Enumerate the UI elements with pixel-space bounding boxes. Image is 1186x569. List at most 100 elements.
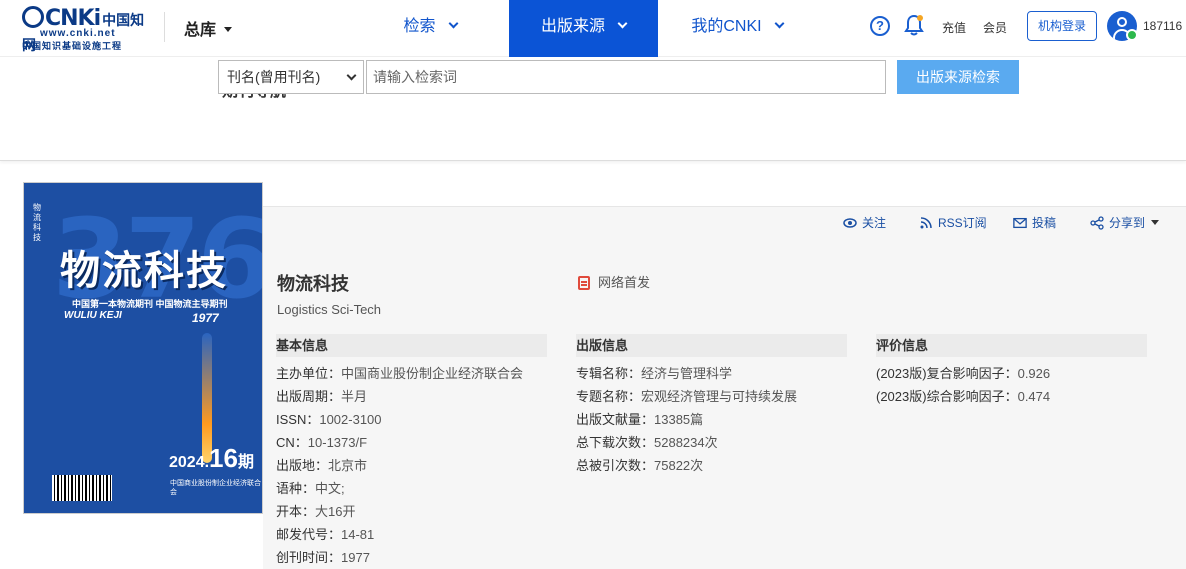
evaluation-info-heading: 评价信息 <box>876 334 1147 357</box>
eye-icon <box>843 218 857 228</box>
rss-subscribe-button[interactable]: RSS订阅 <box>919 214 987 231</box>
field-label: 总被引次数： <box>576 458 655 473</box>
search-input[interactable]: 请输入检索词 <box>366 60 886 94</box>
basic-info-item: 出版周期：半月 <box>276 385 523 408</box>
field-label: ISSN： <box>276 412 320 427</box>
publication-info-item: 总下载次数：5288234次 <box>576 431 797 454</box>
basic-info-item: 邮发代号：14-81 <box>276 523 523 546</box>
evaluation-info-list: (2023版)复合影响因子：0.926 (2023版)综合影响因子：0.474 <box>876 362 1050 408</box>
caret-down-icon <box>1151 220 1160 225</box>
help-icon[interactable]: ? <box>870 16 890 36</box>
field-value: 北京市 <box>328 458 368 473</box>
field-value: 1002-3100 <box>319 412 382 427</box>
library-dropdown[interactable]: 总库 <box>184 16 233 40</box>
cover-publisher: 中国商业股份制企业经济联合会 <box>170 480 261 496</box>
field-value: 14-81 <box>341 527 375 542</box>
publication-info-heading: 出版信息 <box>576 334 847 357</box>
basic-info-item: 创刊时间：1977 <box>276 546 523 569</box>
field-label: 语种： <box>276 481 316 496</box>
submit-paper-button[interactable]: 投稿 <box>1013 214 1056 231</box>
cnki-logo[interactable]: CNKi 中国知网 www.cnki.net 中国知识基础设施工程 <box>22 6 150 54</box>
field-label: (2023版)综合影响因子： <box>876 389 1018 404</box>
field-label: 专题名称： <box>576 389 642 404</box>
recharge-link[interactable]: 充值 <box>942 19 966 36</box>
top-nav: CNKi 中国知网 www.cnki.net 中国知识基础设施工程 总库 检索 出… <box>0 0 1186 57</box>
field-value: 0.926 <box>1017 366 1051 381</box>
library-label: 总库 <box>184 22 217 39</box>
field-value: 10-1373/F <box>307 435 368 450</box>
search-field-select[interactable]: 刊名(曾用刊名) <box>218 60 364 94</box>
follow-label: 关注 <box>862 216 887 230</box>
journal-cover-image: 376 物流科技 物流科技 中国第一本物流期刊 中国物流主导期刊 WULIU K… <box>23 182 263 514</box>
cover-year: 1977 <box>192 311 219 325</box>
chevron-down-icon <box>346 70 357 81</box>
logo-swirl-icon <box>22 6 44 28</box>
first-online-link[interactable]: 网络首发 <box>578 272 650 291</box>
basic-info-item: ISSN：1002-3100 <box>276 408 523 431</box>
document-icon <box>578 276 590 290</box>
evaluation-info-item: (2023版)综合影响因子：0.474 <box>876 385 1050 408</box>
basic-info-list: 主办单位：中国商业股份制企业经济联合会 出版周期：半月 ISSN：1002-31… <box>276 362 523 569</box>
field-label: 出版地： <box>276 458 329 473</box>
field-value: 半月 <box>341 389 368 404</box>
online-check-icon <box>1126 29 1138 41</box>
nav-tab-source-label: 出版来源 <box>540 18 605 35</box>
evaluation-info-item: (2023版)复合影响因子：0.926 <box>876 362 1050 385</box>
cover-title: 物流科技 <box>60 249 228 293</box>
nav-tab-my-cnki[interactable]: 我的CNKI <box>672 0 802 57</box>
username[interactable]: 187116 <box>1143 19 1182 33</box>
nav-tab-search-label: 检索 <box>403 18 436 35</box>
chevron-down-icon <box>774 18 785 29</box>
field-label: 出版周期： <box>276 389 342 404</box>
field-label: 开本： <box>276 504 316 519</box>
field-label: 主办单位： <box>276 366 342 381</box>
chevron-down-icon <box>617 18 628 29</box>
field-value: 5288234次 <box>654 435 718 450</box>
rss-label: RSS订阅 <box>938 216 987 230</box>
notification-dot <box>917 15 923 21</box>
publication-info-item: 专辑名称：经济与管理科学 <box>576 362 797 385</box>
basic-info-item: 出版地：北京市 <box>276 454 523 477</box>
institution-login-button[interactable]: 机构登录 <box>1027 11 1097 41</box>
nav-tab-search[interactable]: 检索 <box>380 0 480 57</box>
field-label: 出版文献量： <box>576 412 655 427</box>
field-label: 邮发代号： <box>276 527 342 542</box>
header-divider <box>164 12 165 42</box>
source-search-button[interactable]: 出版来源检索 <box>897 60 1019 94</box>
publication-info-item: 专题名称：宏观经济管理与可持续发展 <box>576 385 797 408</box>
field-value: 中国商业股份制企业经济联合会 <box>341 366 524 381</box>
chevron-down-icon <box>448 18 458 29</box>
first-online-label: 网络首发 <box>598 275 651 290</box>
cover-issue-number: 16 <box>209 443 238 473</box>
basic-info-heading: 基本信息 <box>276 334 547 357</box>
basic-info-item: CN：10-1373/F <box>276 431 523 454</box>
envelope-icon <box>1013 217 1027 229</box>
caret-down-icon <box>224 27 233 32</box>
field-label: 创刊时间： <box>276 550 342 565</box>
nav-tab-my-cnki-label: 我的CNKI <box>691 18 762 35</box>
publication-info-item: 出版文献量：13385篇 <box>576 408 797 431</box>
follow-button[interactable]: 关注 <box>843 214 886 231</box>
avatar-head <box>1117 17 1127 27</box>
share-dropdown[interactable]: 分享到 <box>1090 214 1160 231</box>
rss-icon <box>920 217 932 229</box>
cover-spine: 物流科技 <box>33 203 41 242</box>
basic-info-item: 语种：中文; <box>276 477 523 500</box>
publication-info-list: 专辑名称：经济与管理科学 专题名称：宏观经济管理与可持续发展 出版文献量：133… <box>576 362 797 477</box>
field-value: 宏观经济管理与可持续发展 <box>641 389 798 404</box>
field-value: 大16开 <box>315 504 356 519</box>
field-label: 专辑名称： <box>576 366 642 381</box>
field-value: 0.474 <box>1017 389 1051 404</box>
submit-label: 投稿 <box>1032 216 1057 230</box>
journal-title: 物流科技 <box>277 274 349 294</box>
cover-issue-year: 2024. <box>169 454 210 471</box>
publication-info-item: 总被引次数：75822次 <box>576 454 797 477</box>
field-value: 中文; <box>315 481 345 496</box>
cover-issue: 2024.16期 <box>169 443 254 474</box>
member-link[interactable]: 会员 <box>983 19 1007 36</box>
nav-tab-publication-source[interactable]: 出版来源 <box>509 0 658 57</box>
basic-info-item: 主办单位：中国商业股份制企业经济联合会 <box>276 362 523 385</box>
field-label: CN： <box>276 435 308 450</box>
field-label: 总下载次数： <box>576 435 655 450</box>
field-value: 经济与管理科学 <box>641 366 733 381</box>
